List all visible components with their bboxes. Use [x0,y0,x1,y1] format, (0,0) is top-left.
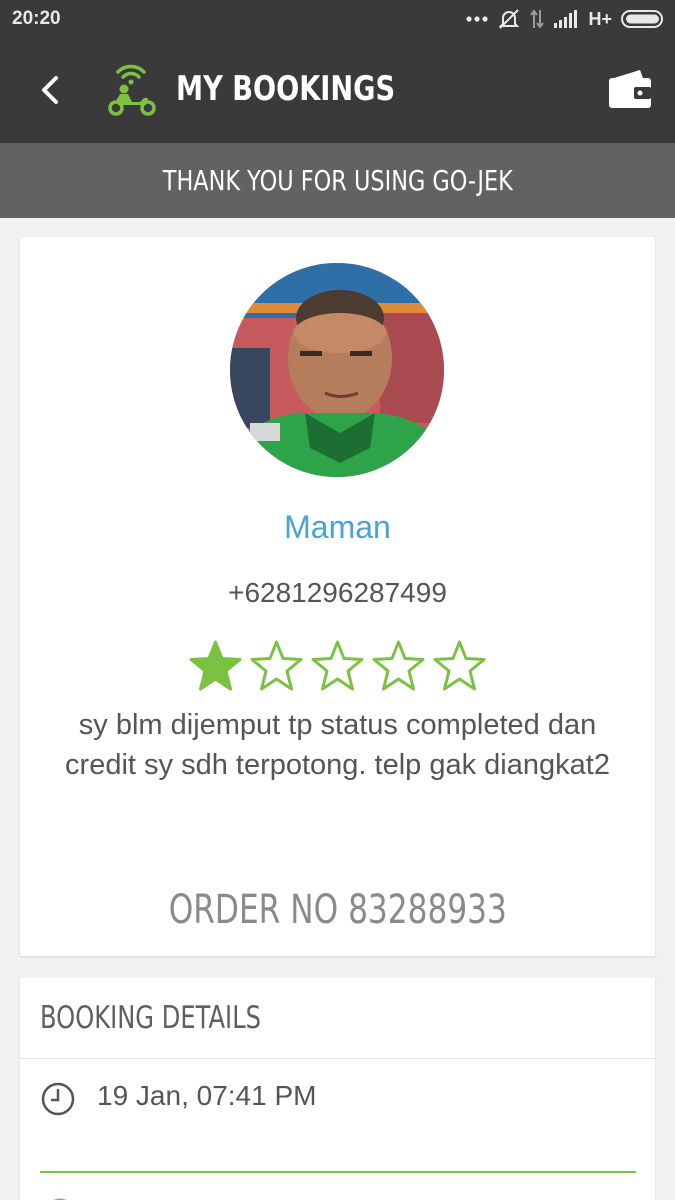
star-empty-icon [250,640,303,691]
driver-phone[interactable]: +6281296287499 [20,577,655,609]
driver-name: Maman [284,509,391,545]
booking-details-title: BOOKING DETAILS [40,1000,262,1036]
location-pin-icon [53,1198,67,1200]
signal-icon [554,10,578,28]
status-time: 20:20 [12,8,61,29]
order-number-text: ORDER NO 83288933 [168,887,507,933]
thank-you-banner: THANK YOU FOR USING GO-JEK [0,143,675,218]
booking-details-card: BOOKING DETAILS 19 Jan, 07:41 PM [20,978,655,1200]
booking-time: 19 Jan, 07:41 PM [97,1080,317,1111]
driver-card: Maman +6281296287499 sy blm dijemput tp … [20,237,655,956]
route-divider [40,1171,636,1173]
alarm-off-icon [499,9,520,29]
star-empty-icon [311,640,364,691]
app-header: MY BOOKINGS [0,38,675,143]
rating-stars [188,639,488,699]
star-empty-icon [372,640,425,691]
star-filled-icon [189,640,242,691]
back-arrow-icon[interactable] [30,68,74,112]
divider [20,1058,655,1059]
banner-text: THANK YOU FOR USING GO-JEK [162,164,513,197]
status-icons: H+ [466,6,665,32]
network-type: H+ [588,8,612,29]
battery-icon [621,10,663,28]
clock-icon [41,1082,75,1116]
data-transfer-icon [530,9,545,29]
star-empty-icon [433,640,486,691]
more-dots-icon [466,16,489,22]
wallet-icon[interactable] [606,66,654,112]
driver-avatar [230,263,444,477]
page-title: MY BOOKINGS [176,69,396,109]
review-text: sy blm dijemput tp status completed dan … [65,709,610,781]
order-number: ORDER NO 83288933 [20,887,655,933]
gojek-logo-icon [108,64,156,116]
status-bar: 20:20 H+ [0,0,675,38]
